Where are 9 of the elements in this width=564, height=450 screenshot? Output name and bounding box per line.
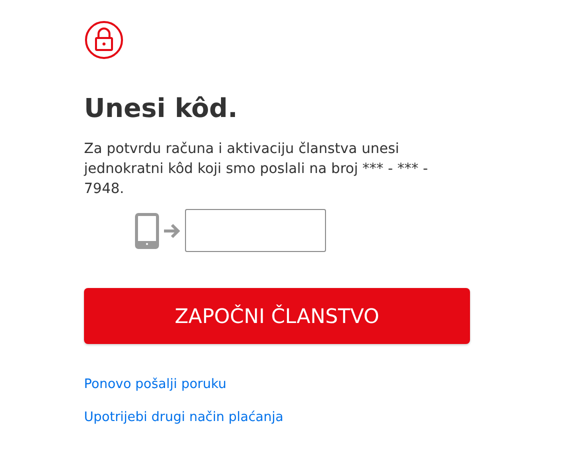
- text-link[interactable]: Upotrijebi drugi način plaćanja: [84, 408, 284, 428]
- text-link[interactable]: Ponovo pošalji poruku: [84, 375, 226, 395]
- heading: Unesi kôd.: [84, 94, 239, 126]
- arrow-icon: [163, 222, 181, 239]
- code-field[interactable]: [185, 209, 326, 252]
- description: Za potvrdu računa i aktivaciju članstva unesi jednokratni kôd koji smo poslali na broj *** - *** - 7948.: [84, 140, 429, 200]
- start-membership-button[interactable]: ZAPOČNI ČLANSTVO: [84, 288, 470, 344]
- phone-icon: [135, 212, 159, 249]
- lock-icon: [84, 20, 124, 60]
